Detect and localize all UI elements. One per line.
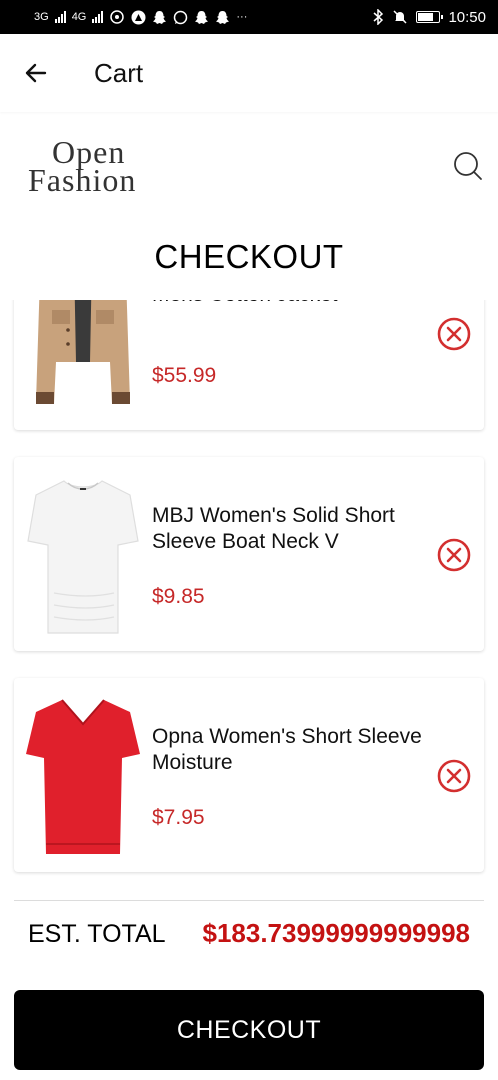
snapchat-icon-3 [216, 10, 230, 24]
cart-item[interactable]: MBJ Women's Solid Short Sleeve Boat Neck… [14, 457, 484, 651]
total-value: $183.73999999999998 [202, 918, 470, 948]
checkout-button[interactable]: CHECKOUT [14, 990, 484, 1070]
cart-item[interactable]: Opna Women's Short Sleeve Moisture $7.95 [14, 678, 484, 872]
close-circle-icon [437, 759, 471, 793]
product-name: MBJ Women's Solid Short Sleeve Boat Neck… [152, 504, 395, 553]
cart-item[interactable]: Mens Cotton Jacket $55.99 [14, 300, 484, 430]
snapchat-icon-2 [195, 10, 209, 24]
close-circle-icon [437, 317, 471, 351]
product-image [36, 300, 130, 404]
product-name: Mens Cotton Jacket [152, 300, 432, 308]
cart-list[interactable]: Mens Cotton Jacket $55.99 MBJ Women's So… [0, 300, 498, 885]
status-right: 10:50 [372, 9, 486, 26]
product-image [27, 480, 139, 634]
signal-icon-2 [92, 11, 104, 23]
status-left: 3G 4G ··· [34, 9, 247, 25]
product-price: $9.85 [152, 585, 205, 608]
network-right-label: 4G [71, 11, 87, 23]
page-heading: CHECKOUT [154, 238, 344, 275]
brand-logo: Open Fashion [28, 136, 168, 198]
signal-icon [54, 11, 66, 23]
total-divider [14, 900, 484, 901]
total-label: EST. TOTAL [28, 920, 166, 948]
product-image [26, 699, 140, 854]
whatsapp-icon [174, 10, 188, 24]
product-price: $7.95 [152, 806, 205, 829]
remove-item-button[interactable] [436, 758, 472, 794]
remove-item-button[interactable] [436, 537, 472, 573]
more-notifications-icon: ··· [236, 11, 248, 23]
app-icon [131, 10, 146, 24]
product-price: $55.99 [152, 364, 217, 387]
battery-level [418, 13, 433, 21]
app-bar-title: Cart [94, 57, 144, 88]
remove-item-button[interactable] [436, 316, 472, 352]
arrow-left-icon [25, 63, 47, 83]
app-bar: Cart [0, 34, 498, 112]
battery-icon [416, 11, 444, 23]
mute-icon [393, 10, 407, 24]
status-time: 10:50 [448, 8, 486, 26]
back-button[interactable] [0, 34, 72, 112]
status-bar: 3G 4G ··· 10:50 [0, 0, 498, 34]
product-name: Opna Women's Short Sleeve Moisture [152, 725, 422, 774]
brand-line-2: Fashion [28, 162, 137, 198]
network-left-label: 3G [34, 11, 49, 23]
search-button[interactable] [452, 150, 484, 182]
search-icon [454, 152, 482, 180]
close-circle-icon [437, 538, 471, 572]
hotspot-icon [110, 10, 125, 24]
bluetooth-icon [373, 9, 384, 25]
snapchat-icon [153, 10, 167, 24]
